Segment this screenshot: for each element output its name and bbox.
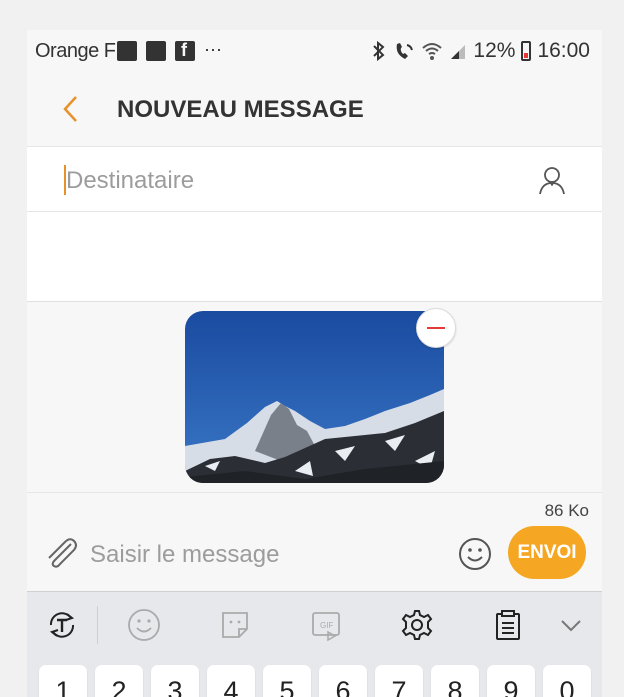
- gif-icon[interactable]: GIF: [309, 608, 343, 642]
- sticker-icon[interactable]: [218, 608, 252, 642]
- keyboard-toolbar: GIF: [27, 591, 602, 657]
- facebook-notification-icon: [175, 40, 195, 61]
- battery-icon: [521, 41, 532, 61]
- wifi-calling-icon: [397, 43, 414, 59]
- emoji-icon[interactable]: [458, 537, 492, 571]
- key-9[interactable]: 9: [487, 665, 535, 697]
- page-title: NOUVEAU MESSAGE: [117, 96, 364, 123]
- chevron-down-icon[interactable]: [554, 608, 588, 642]
- key-2[interactable]: 2: [95, 665, 143, 697]
- compose-bar: 86 Ko Saisir le message ENVOI: [27, 492, 602, 591]
- recipient-placeholder: Destinataire: [66, 167, 195, 194]
- conversation-area: [27, 212, 602, 302]
- more-notifications-icon: ⋯: [204, 40, 223, 60]
- key-1[interactable]: 1: [39, 665, 87, 697]
- bluetooth-icon: [373, 40, 385, 62]
- attachment-size: 86 Ko: [544, 501, 589, 520]
- status-right: 12% 16:00: [371, 39, 590, 63]
- remove-attachment-button[interactable]: [416, 308, 456, 348]
- attachment-area: [27, 302, 602, 492]
- contact-picker-icon[interactable]: [536, 164, 568, 196]
- clock: 16:00: [537, 39, 590, 62]
- svg-text:GIF: GIF: [320, 621, 333, 630]
- key-0[interactable]: 0: [543, 665, 591, 697]
- key-7[interactable]: 7: [375, 665, 423, 697]
- recipient-field[interactable]: Destinataire: [27, 146, 602, 212]
- key-5[interactable]: 5: [263, 665, 311, 697]
- mountain-photo-attachment[interactable]: [185, 311, 444, 483]
- back-arrow-icon[interactable]: [57, 94, 87, 124]
- message-input[interactable]: Saisir le message: [90, 541, 279, 569]
- key-8[interactable]: 8: [431, 665, 479, 697]
- keyboard-emoji-icon[interactable]: [127, 608, 161, 642]
- notification-icons: ⋯: [117, 40, 223, 61]
- device-notification-icon: [117, 41, 137, 61]
- keyboard-number-row: 1 2 3 4 5 6 7 8 9 0: [27, 657, 602, 697]
- clipboard-icon[interactable]: [491, 608, 525, 642]
- settings-gear-icon[interactable]: [400, 608, 434, 642]
- app-header: NOUVEAU MESSAGE: [27, 74, 602, 146]
- key-3[interactable]: 3: [151, 665, 199, 697]
- gallery-notification-icon: [146, 41, 166, 61]
- key-4[interactable]: 4: [207, 665, 255, 697]
- wifi-icon: [422, 43, 443, 60]
- status-bar: Orange F ⋯ 12% 16:00: [27, 30, 602, 74]
- signal-icon: [451, 45, 466, 59]
- carrier-name: Orange F: [35, 40, 116, 62]
- screen: Orange F ⋯ 12% 16:00 NOUVEAU MESSAGE Des…: [27, 30, 602, 697]
- text-mode-icon[interactable]: [45, 608, 79, 642]
- toolbar-separator: [97, 606, 98, 644]
- battery-percent: 12%: [473, 39, 516, 62]
- key-6[interactable]: 6: [319, 665, 367, 697]
- paperclip-icon[interactable]: [43, 535, 79, 571]
- send-button[interactable]: ENVOI: [508, 526, 586, 579]
